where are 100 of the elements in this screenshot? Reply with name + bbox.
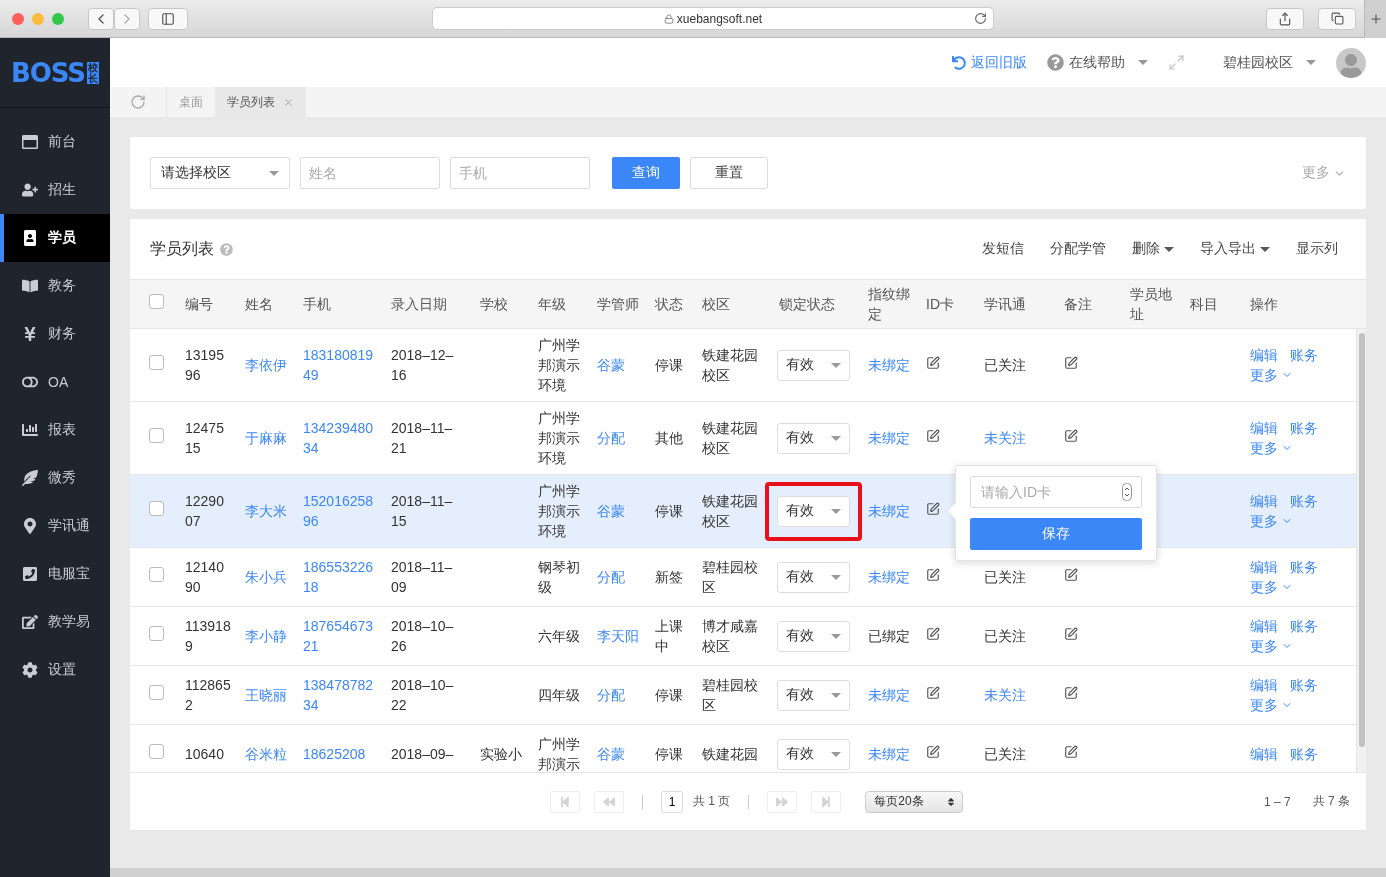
fingerprint-status[interactable]: 未绑定	[868, 685, 912, 705]
edit-icon[interactable]	[1064, 356, 1078, 370]
search-button[interactable]: 查询	[612, 157, 680, 189]
edit-icon[interactable]	[926, 745, 940, 759]
row-action-link[interactable]: 账务	[1290, 418, 1318, 438]
close-icon[interactable]	[283, 96, 294, 108]
row-action-link[interactable]: 编辑	[1250, 345, 1278, 365]
zoom-window-button[interactable]	[52, 12, 64, 25]
sidebar-item[interactable]: 教务	[0, 262, 110, 310]
lock-status-select[interactable]: 有效	[777, 738, 850, 770]
refresh-icon[interactable]	[130, 94, 146, 110]
minimize-window-button[interactable]	[32, 12, 44, 25]
phone-input[interactable]: 手机	[450, 157, 590, 189]
row-action-link[interactable]: 编辑	[1250, 744, 1278, 764]
row-action-link[interactable]: 更多	[1250, 511, 1293, 531]
fingerprint-status[interactable]: 未绑定	[868, 428, 912, 448]
id-card-input[interactable]: 请输入ID卡	[970, 476, 1142, 508]
sidebar-item[interactable]: 电服宝	[0, 550, 110, 598]
help-icon[interactable]	[220, 242, 233, 256]
reset-button[interactable]: 重置	[690, 157, 768, 189]
last-page-button[interactable]	[811, 790, 842, 813]
row-checkbox[interactable]	[149, 567, 164, 582]
student-name-link[interactable]: 谷米粒	[245, 744, 289, 764]
row-checkbox[interactable]	[149, 744, 164, 759]
spinner-icon[interactable]	[1122, 483, 1132, 501]
vertical-scrollbar[interactable]	[1356, 329, 1366, 772]
row-action-link[interactable]: 编辑	[1250, 616, 1278, 636]
student-name-link[interactable]: 李小静	[245, 626, 289, 646]
back-to-old-version-link[interactable]: 返回旧版	[952, 53, 1027, 72]
row-action-link[interactable]: 更多	[1250, 438, 1293, 458]
row-checkbox[interactable]	[149, 626, 164, 641]
new-tab-button[interactable]	[1364, 0, 1386, 38]
student-name-link[interactable]: 于麻麻	[245, 428, 289, 448]
phone-link[interactable]: 13423948034	[303, 418, 377, 458]
row-action-link[interactable]: 编辑	[1250, 557, 1278, 577]
teacher-link[interactable]: 谷蒙	[597, 501, 641, 521]
sidebar-item[interactable]: 微秀	[0, 454, 110, 502]
row-action-link[interactable]: 账务	[1290, 675, 1318, 695]
forward-button[interactable]	[114, 7, 140, 30]
edit-icon[interactable]	[1064, 429, 1078, 443]
student-name-link[interactable]: 王晓丽	[245, 685, 289, 705]
row-action-link[interactable]: 更多	[1250, 636, 1293, 656]
sidebar-toggle-button[interactable]	[148, 7, 188, 30]
teacher-link[interactable]: 分配	[597, 567, 641, 587]
lock-status-select[interactable]: 有效	[777, 679, 850, 711]
sidebar-item[interactable]: 学员	[0, 214, 110, 262]
phone-link[interactable]: 18318081949	[303, 345, 377, 385]
edit-icon[interactable]	[926, 429, 940, 443]
sidebar-item[interactable]: 报表	[0, 406, 110, 454]
row-action-link[interactable]: 编辑	[1250, 418, 1278, 438]
name-input[interactable]: 姓名	[300, 157, 440, 189]
previous-page-button[interactable]	[594, 790, 624, 813]
row-action-link[interactable]: 账务	[1290, 345, 1318, 365]
row-action-link[interactable]: 更多	[1250, 577, 1293, 597]
select-all-checkbox[interactable]	[149, 294, 164, 309]
row-action-link[interactable]: 账务	[1290, 616, 1318, 636]
back-button[interactable]	[88, 7, 114, 30]
edit-icon[interactable]	[926, 356, 940, 370]
online-help-menu[interactable]: 在线帮助	[1047, 53, 1148, 72]
page-size-select[interactable]: 每页20条	[865, 790, 964, 813]
fingerprint-status[interactable]: 未绑定	[868, 567, 912, 587]
sidebar-item[interactable]: OA	[0, 358, 110, 406]
edit-icon[interactable]	[1064, 686, 1078, 700]
page-tab[interactable]: 桌面	[167, 87, 215, 117]
lock-status-select[interactable]: 有效	[777, 495, 850, 527]
student-name-link[interactable]: 朱小兵	[245, 567, 289, 587]
lock-status-select[interactable]: 有效	[777, 620, 850, 652]
teacher-link[interactable]: 谷蒙	[597, 355, 641, 375]
phone-link[interactable]: 15201625896	[303, 491, 377, 531]
fingerprint-status[interactable]: 未绑定	[868, 501, 912, 521]
edit-icon[interactable]	[1064, 568, 1078, 582]
phone-link[interactable]: 13847878234	[303, 675, 377, 715]
toolbar-action[interactable]: 删除	[1132, 240, 1174, 258]
teacher-link[interactable]: 分配	[597, 428, 641, 448]
toolbar-action[interactable]: 分配学管	[1050, 240, 1106, 258]
phone-link[interactable]: 18765467321	[303, 616, 377, 656]
edit-icon[interactable]	[1064, 745, 1078, 759]
avatar[interactable]	[1336, 47, 1366, 78]
sidebar-item[interactable]: 财务	[0, 310, 110, 358]
sidebar-item[interactable]: 前台	[0, 118, 110, 166]
lock-status-select[interactable]: 有效	[777, 422, 850, 454]
first-page-button[interactable]	[550, 790, 580, 813]
sidebar-item[interactable]: 招生	[0, 166, 110, 214]
more-filters-link[interactable]: 更多	[1302, 164, 1346, 182]
next-page-button[interactable]	[767, 790, 798, 813]
tabs-button[interactable]	[1318, 7, 1356, 30]
toolbar-action[interactable]: 导入导出	[1200, 240, 1270, 258]
row-action-link[interactable]: 账务	[1290, 557, 1318, 577]
share-button[interactable]	[1266, 7, 1304, 30]
campus-select[interactable]: 请选择校区	[150, 157, 290, 189]
follow-status[interactable]: 未关注	[984, 685, 1050, 705]
row-action-link[interactable]: 编辑	[1250, 491, 1278, 511]
follow-status[interactable]: 未关注	[984, 428, 1050, 448]
row-action-link[interactable]: 账务	[1290, 491, 1318, 511]
edit-icon[interactable]	[926, 502, 940, 516]
row-checkbox[interactable]	[149, 685, 164, 700]
edit-icon[interactable]	[1064, 627, 1078, 641]
row-checkbox[interactable]	[149, 428, 164, 443]
sidebar-item[interactable]: 设置	[0, 646, 110, 694]
expand-icon[interactable]	[1168, 54, 1185, 71]
